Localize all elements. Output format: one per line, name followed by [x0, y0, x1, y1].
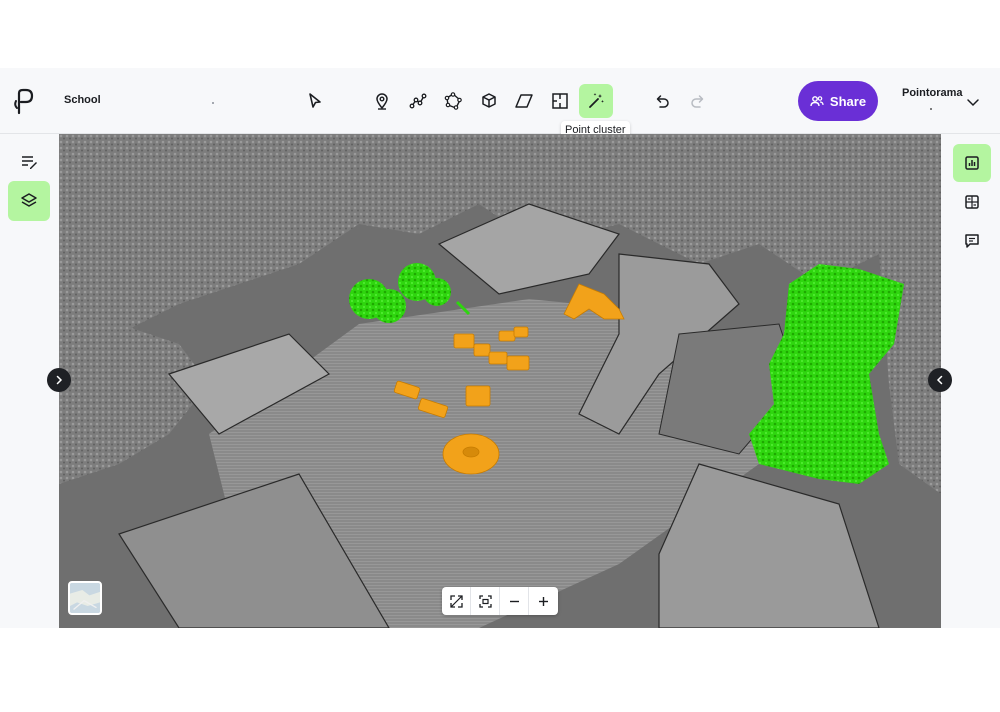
fullscreen-button[interactable] [442, 587, 471, 615]
zoom-controls [442, 587, 558, 615]
polyline-tool-button[interactable] [401, 84, 435, 118]
share-button[interactable]: Share [798, 81, 878, 121]
annotations-list-button[interactable] [8, 142, 50, 182]
nav-prev-button[interactable] [47, 368, 71, 392]
undo-icon [656, 95, 669, 108]
redo-icon [691, 95, 704, 108]
polyline-icon [409, 93, 427, 109]
pointorama-logo[interactable] [12, 87, 36, 115]
magic-wand-icon [589, 93, 604, 108]
redo-button[interactable] [681, 84, 715, 118]
title-separator [212, 102, 214, 104]
fit-view-button[interactable] [471, 587, 500, 615]
app-window: School Point cluster Share Pointorama [0, 68, 1000, 628]
cuboid-tool-button[interactable] [472, 84, 506, 118]
layers-icon [21, 193, 37, 207]
user-org-mark [930, 108, 932, 110]
select-tool-button[interactable] [298, 84, 332, 118]
polygon-tool-button[interactable] [436, 84, 470, 118]
polygon-icon [444, 92, 462, 110]
project-title[interactable]: School [64, 94, 101, 106]
fit-view-icon [478, 594, 492, 608]
undo-button[interactable] [645, 84, 679, 118]
comment-icon [965, 234, 979, 248]
layers-button[interactable] [8, 181, 50, 221]
map-thumbnail-icon [70, 583, 100, 613]
point-tool-button[interactable] [365, 84, 399, 118]
minimap-thumbnail[interactable] [68, 581, 102, 615]
comments-panel-button[interactable] [953, 222, 991, 260]
parallelogram-icon [515, 94, 533, 108]
nav-next-button[interactable] [928, 368, 952, 392]
cursor-arrow-icon [309, 93, 321, 108]
plane-tool-button[interactable] [507, 84, 541, 118]
floorplan-icon [552, 93, 568, 109]
share-label: Share [829, 93, 867, 109]
list-edit-icon [22, 156, 37, 169]
top-toolbar: School Point cluster Share Pointorama [0, 68, 1000, 139]
room-tool-button[interactable] [543, 84, 577, 118]
chevron-left-icon [936, 375, 943, 385]
chevron-down-icon[interactable] [966, 95, 980, 109]
zoom-out-icon [509, 600, 519, 602]
bar-chart-icon [965, 156, 979, 170]
calculator-icon [965, 195, 979, 209]
user-name[interactable]: Pointorama [902, 87, 963, 99]
point-cloud-scene[interactable] [59, 134, 941, 628]
zoom-in-button[interactable] [529, 587, 558, 615]
cube-icon [482, 93, 496, 108]
zoom-out-button[interactable] [500, 587, 529, 615]
zoom-in-icon [539, 596, 548, 606]
stats-panel-button[interactable] [953, 144, 991, 182]
fullscreen-icon [449, 594, 463, 608]
users-icon [810, 96, 824, 107]
chevron-right-icon [56, 375, 63, 385]
point-cluster-tool-button[interactable] [579, 84, 613, 118]
point-cloud-viewport[interactable] [59, 134, 941, 628]
map-pin-icon [376, 93, 388, 110]
calculator-panel-button[interactable] [953, 183, 991, 221]
